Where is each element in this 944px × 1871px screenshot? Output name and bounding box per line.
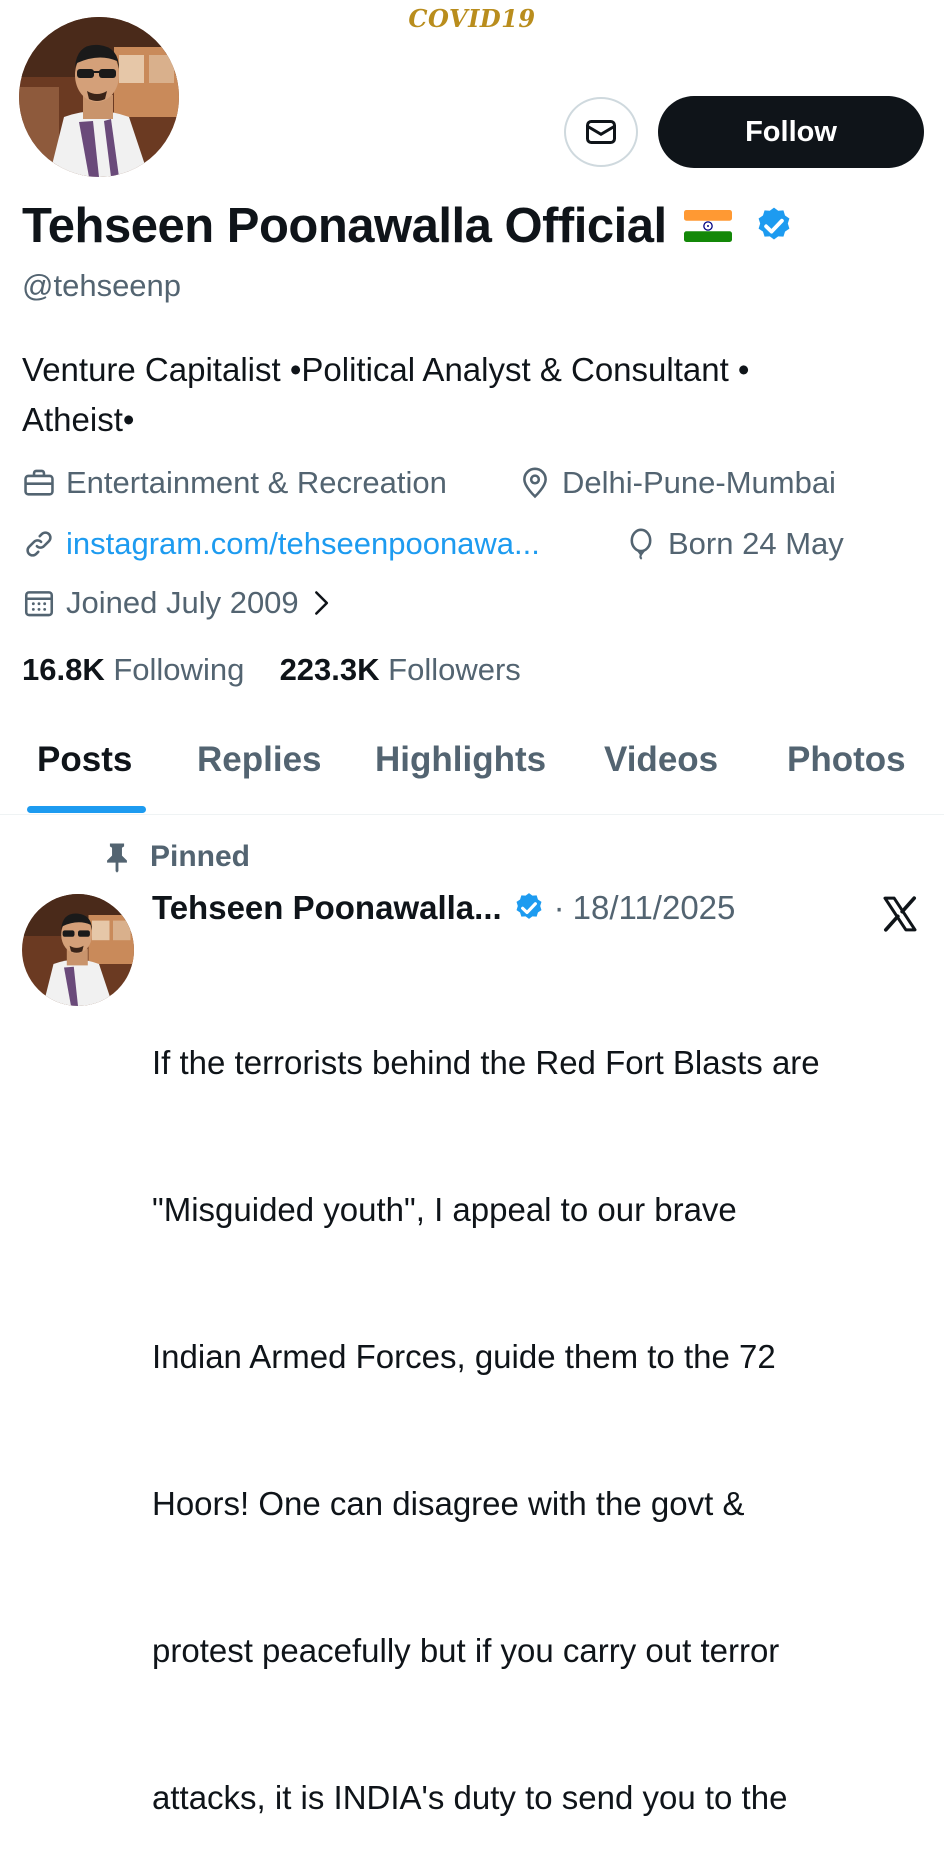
location-label: Delhi-Pune-Mumbai (562, 465, 836, 500)
profile-tabs: Posts Replies Highlights Videos Photos (0, 730, 944, 815)
post-date[interactable]: 18/11/2025 (573, 889, 736, 927)
birthday-label: Born 24 May (668, 526, 844, 561)
profile-avatar[interactable] (14, 12, 184, 182)
post-body[interactable]: If the terrorists behind the Red Fort Bl… (152, 940, 932, 1871)
profile-handle: @tehseenp (22, 268, 182, 303)
display-name: Tehseen Poonawalla Official (22, 199, 667, 253)
post-text-line: protest peacefully but if you carry out … (152, 1632, 780, 1669)
profile-stats: 16.8K Following 223.3K Followers (22, 652, 521, 688)
follow-button[interactable]: Follow (658, 96, 924, 168)
post-text-line: Indian Armed Forces, guide them to the 7… (152, 1338, 776, 1375)
calendar-icon (24, 591, 54, 617)
post-author-name[interactable]: Tehseen Poonawalla... (152, 889, 502, 927)
following-count: 16.8K (22, 652, 105, 687)
link-icon (26, 531, 52, 557)
joined-label: Joined July 2009 (66, 585, 299, 620)
website-link[interactable]: instagram.com/tehseenpoonawa... (66, 526, 540, 562)
profile-category: Entertainment & Recreation (22, 465, 447, 501)
pinned-indicator: Pinned (100, 840, 250, 874)
tab-posts[interactable]: Posts (37, 740, 132, 780)
profile-name-row: Tehseen Poonawalla Official (22, 198, 795, 254)
profile-joined[interactable]: Joined July 2009 (22, 585, 345, 621)
briefcase-icon (24, 469, 54, 496)
category-label: Entertainment & Recreation (66, 465, 447, 500)
profile-bio: Venture Capitalist •Political Analyst & … (22, 345, 922, 445)
balloon-icon (630, 528, 652, 560)
verified-badge-icon (516, 893, 542, 919)
envelope-icon (586, 120, 616, 144)
post-text-line: If the terrorists behind the Red Fort Bl… (152, 1044, 820, 1081)
location-pin-icon (523, 467, 547, 499)
chevron-right-icon (314, 591, 328, 615)
post-author-avatar[interactable] (22, 894, 134, 1006)
bio-line: Atheist• (22, 401, 135, 438)
tab-highlights[interactable]: Highlights (375, 740, 546, 780)
tab-photos[interactable]: Photos (787, 740, 906, 780)
pinned-label: Pinned (150, 840, 251, 873)
profile-location: Delhi-Pune-Mumbai (518, 465, 836, 501)
post-text-line: "Misguided youth", I appeal to our brave (152, 1191, 737, 1228)
following-label: Following (113, 652, 245, 687)
active-tab-indicator (27, 806, 146, 813)
followers-stat[interactable]: 223.3K Followers (280, 652, 521, 687)
tab-videos[interactable]: Videos (604, 740, 718, 780)
post-header: Tehseen Poonawalla... · 18/11/2025 (152, 889, 735, 927)
profile-website[interactable]: instagram.com/tehseenpoonawa... (22, 526, 540, 562)
followers-count: 223.3K (279, 652, 380, 687)
post-text-line: Hoors! One can disagree with the govt & (152, 1485, 745, 1522)
followers-label: Followers (388, 652, 521, 687)
verified-badge-icon[interactable] (753, 205, 795, 247)
post-text-line: attacks, it is INDIA's duty to send you … (152, 1779, 788, 1816)
pin-icon (107, 843, 127, 873)
india-flag-icon (683, 210, 732, 242)
avatar-image (22, 894, 134, 1006)
profile-birthday: Born 24 May (624, 526, 844, 562)
avatar-image (19, 17, 179, 177)
x-logo-icon (883, 896, 917, 932)
message-button[interactable] (564, 97, 638, 167)
following-stat[interactable]: 16.8K Following (22, 652, 244, 687)
bio-line: Venture Capitalist •Political Analyst & … (22, 351, 750, 388)
tab-replies[interactable]: Replies (197, 740, 322, 780)
post-separator: · (553, 889, 565, 926)
